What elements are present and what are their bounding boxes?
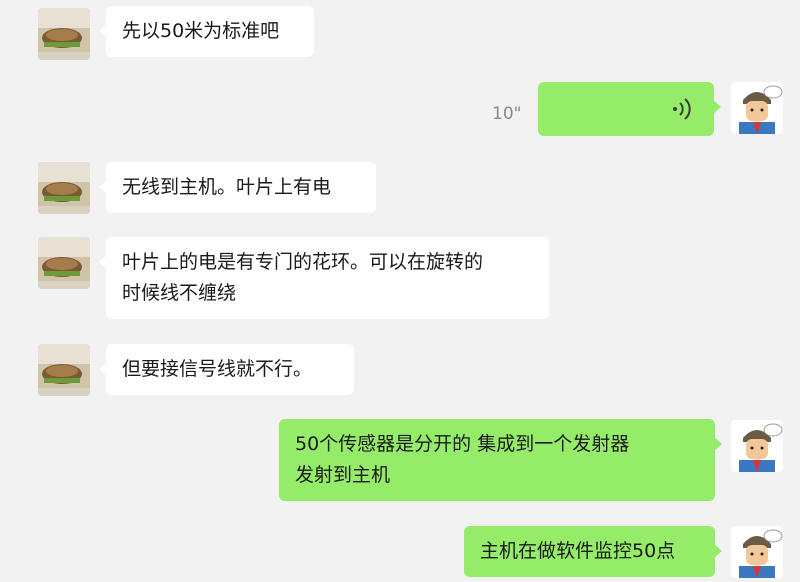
message-text: 主机在做软件监控50点 bbox=[480, 540, 676, 562]
message-text: 但要接信号线就不行。 bbox=[122, 358, 313, 380]
self-avatar[interactable] bbox=[731, 82, 783, 134]
self-avatar[interactable] bbox=[731, 526, 783, 578]
message-line: 时候线不缠绕 bbox=[122, 282, 237, 304]
message-bubble: 50个传感器是分开的 集成到一个发射器 发射到主机 bbox=[279, 419, 722, 501]
message-bubble: 但要接信号线就不行。 bbox=[99, 344, 354, 395]
message-bubble: 叶片上的电是有专门的花环。可以在旋转的 时候线不缠绕 bbox=[99, 237, 549, 319]
contact-avatar[interactable] bbox=[38, 8, 90, 60]
contact-avatar[interactable] bbox=[38, 344, 90, 396]
message-text: 无线到主机。叶片上有电 bbox=[122, 176, 332, 198]
message-bubble: 先以50米为标准吧 bbox=[99, 6, 314, 57]
voice-duration: 10" bbox=[492, 104, 522, 124]
message-bubble: 主机在做软件监控50点 bbox=[464, 526, 722, 577]
contact-avatar[interactable] bbox=[38, 162, 90, 214]
self-avatar[interactable] bbox=[731, 420, 783, 472]
voice-wave-icon bbox=[673, 98, 691, 120]
message-line: 发射到主机 bbox=[295, 464, 391, 486]
message-line: 叶片上的电是有专门的花环。可以在旋转的 bbox=[122, 251, 484, 273]
contact-avatar[interactable] bbox=[38, 237, 90, 289]
message-text: 先以50米为标准吧 bbox=[122, 20, 280, 42]
message-bubble: 无线到主机。叶片上有电 bbox=[99, 162, 376, 213]
message-line: 50个传感器是分开的 集成到一个发射器 bbox=[295, 433, 630, 455]
